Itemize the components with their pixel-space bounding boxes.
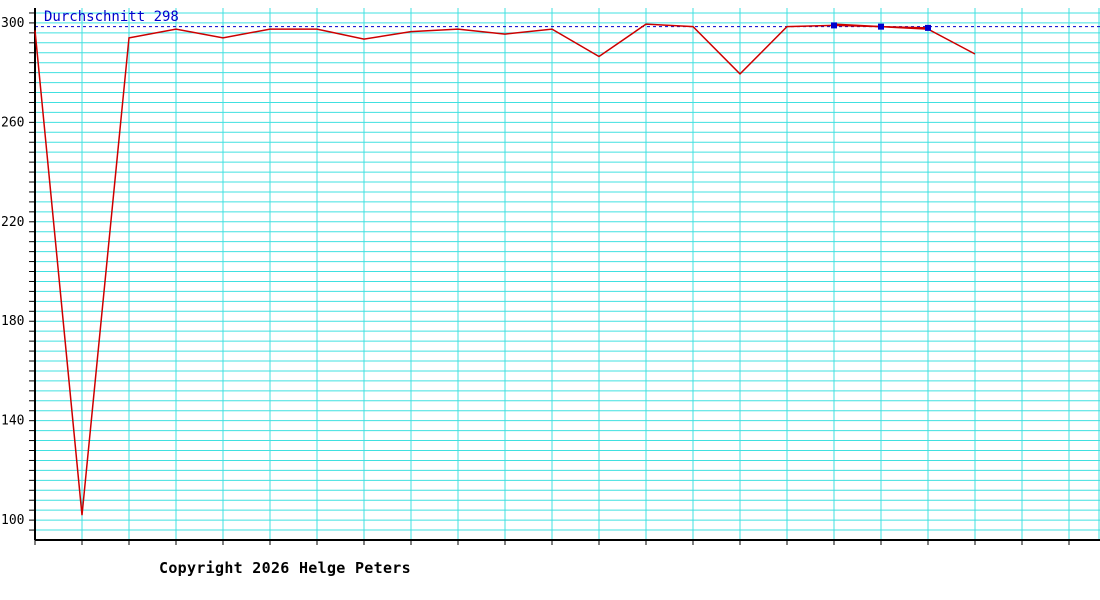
chart: Durchschnitt 298 100 140 180 220 260 300: [1, 8, 1100, 545]
axes: [29, 8, 1100, 545]
average-label: Durchschnitt 298: [44, 9, 179, 25]
copyright-text: Copyright 2026 Helge Peters: [159, 559, 411, 577]
y-tick-label: 180: [1, 314, 24, 329]
y-tick-label: 140: [1, 414, 24, 429]
average-line-group: Durchschnitt 298: [35, 9, 1100, 28]
series-line-1: [34, 23, 929, 516]
y-tick-label: 100: [1, 513, 24, 528]
data-point-marker: [878, 23, 884, 30]
data-point-marker: [831, 22, 837, 29]
series-line-2: [833, 23, 976, 55]
y-tick-labels: 100 140 180 220 260 300: [1, 16, 24, 528]
y-tick-label: 300: [1, 16, 24, 31]
grid: [35, 8, 1100, 540]
y-tick-label: 220: [1, 215, 24, 230]
y-tick-label: 260: [1, 115, 24, 130]
data-point-marker: [925, 24, 931, 31]
